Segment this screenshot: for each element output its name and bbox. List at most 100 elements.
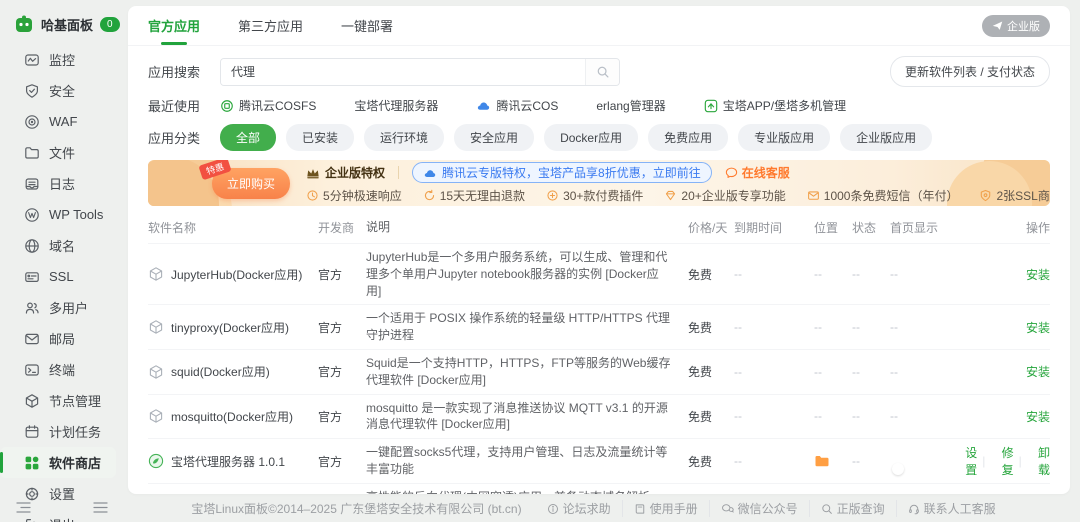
feature-paid-plugins: 30+款付费插件 [546,187,643,204]
sidebar-item-multiuser[interactable]: 多用户 [0,292,122,323]
install-link[interactable]: 安装 [1026,266,1050,283]
app-home-display: -- [890,320,898,335]
header-expiry: 到期时间 [734,221,783,235]
app-name[interactable]: squid(Docker应用) [171,363,270,380]
recent-item-cos[interactable]: 腾讯云COS [476,97,558,114]
sidebar-item-mail[interactable]: 邮局 [0,323,122,354]
tencent-cloud-promo-pill[interactable]: 腾讯云专版特权，宝塔产品享8折优惠，立即前往 [412,162,712,183]
online-service-link[interactable]: 在线客服 [725,164,790,181]
recent-item-bt-app[interactable]: 宝塔APP/堡塔多机管理 [704,97,846,114]
sidebar-item-waf[interactable]: WAF [0,106,122,137]
sidebar-item-security[interactable]: 安全 [0,75,122,106]
category-pill-installed[interactable]: 已安装 [286,124,355,151]
category-pill-pro[interactable]: 专业版应用 [738,124,831,151]
app-description: 一键配置socks5代理，支持用户管理、日志及流量统计等丰富功能 [366,445,668,477]
menu-list-icon[interactable] [93,501,108,514]
category-pill-security[interactable]: 安全应用 [454,124,535,151]
plane-icon [992,20,1003,31]
table-row: FRPfrp管理器 官方 高性能的反向代理(内网穿透)应用，兼备动态域名解析，支… [148,483,1050,494]
app-name[interactable]: mosquitto(Docker应用) [171,408,293,425]
banner-top-row: 企业版特权 腾讯云专版特权，宝塔产品享8折优惠，立即前往 在线客服 [306,162,1050,183]
sidebar-item-label: 日志 [49,177,76,192]
recent-label: 最近使用 [148,99,201,114]
search-input[interactable] [221,58,585,85]
recent-item-bt-proxy[interactable]: 宝塔代理服务器 [354,97,438,114]
sidebar-item-cron[interactable]: 计划任务 [0,416,122,447]
update-software-list-button[interactable]: 更新软件列表 / 支付状态 [889,56,1050,87]
category-pill-docker[interactable]: Docker应用 [544,124,639,151]
recent-item-erlang[interactable]: erlang管理器 [596,97,665,114]
app-name[interactable]: tinyproxy(Docker应用) [171,319,289,336]
sidebar-item-logs[interactable]: 日志 [0,168,122,199]
footer-link-forum-help[interactable]: 论坛求助 [536,500,622,517]
search-icon[interactable] [585,58,619,85]
app-name[interactable]: 宝塔代理服务器 1.0.1 [171,453,285,470]
collapse-menu-icon[interactable] [16,501,31,514]
bt-proxy-icon [148,453,164,469]
app-status: -- [852,454,860,469]
footer-link-license-check[interactable]: 正版查询 [808,500,896,517]
main-panel: 官方应用 第三方应用 一键部署 企业版 应用搜索 更新软件列表 / 支付状态 最… [128,6,1070,494]
waf-icon [24,114,40,130]
app-description: mosquitto 是一款实现了消息推送协议 MQTT v3.1 的开源消息代理… [366,400,668,432]
uninstall-link[interactable]: 卸载 [1027,444,1050,478]
sidebar-item-label: 计划任务 [49,425,102,440]
op-separator: | [982,454,986,469]
info-circle-icon [547,503,559,515]
recent-item-label: 宝塔APP/堡塔多机管理 [722,99,847,113]
sidebar-item-wp-tools[interactable]: WP Tools [0,199,122,230]
category-pill-enterprise[interactable]: 企业版应用 [840,124,933,151]
install-link[interactable]: 安装 [1026,319,1050,336]
tab-official-apps[interactable]: 官方应用 [148,6,200,45]
bt-app-icon [704,99,718,113]
sidebar-item-monitor[interactable]: 监控 [0,44,122,75]
sidebar-item-app-store[interactable]: 软件商店 [0,447,116,478]
install-link[interactable]: 安装 [1026,363,1050,380]
app-description: 高性能的反向代理(内网穿透)应用，兼备动态域名解析，支持tcp, udp, ht… [366,489,688,494]
app-price: 免费 [688,409,713,424]
sidebar-item-terminal[interactable]: 终端 [0,354,122,385]
magnifier-icon [821,503,833,515]
buy-now-button[interactable]: 特惠 立即购买 [198,160,291,199]
app-price: 免费 [688,267,713,282]
users-icon [24,300,40,316]
folder-icon[interactable] [814,454,852,468]
toggle-knob [892,463,904,476]
tab-bar: 官方应用 第三方应用 一键部署 企业版 [128,6,1070,46]
install-link[interactable]: 安装 [1026,408,1050,425]
footer-link-manual[interactable]: 使用手册 [621,500,709,517]
header-home-display: 首页显示 [890,221,939,235]
category-pill-runtime[interactable]: 运行环境 [364,124,445,151]
footer-link-wechat[interactable]: 微信公众号 [708,500,809,517]
enterprise-promo-banner: 特惠 立即购买 企业版特权 腾讯云专版特权，宝塔产品享8折优惠，立即前往 在线客… [148,160,1050,206]
sidebar-item-domains[interactable]: 域名 [0,230,122,261]
chat-bubble-icon [725,166,738,179]
feature-label: 15天无理由退款 [439,189,526,203]
privilege-title: 企业版特权 [325,166,386,180]
notification-badge[interactable]: 0 [100,16,120,32]
category-pill-all[interactable]: 全部 [220,124,277,151]
cube-icon [148,364,164,380]
enterprise-edition-badge[interactable]: 企业版 [982,14,1050,37]
settings-link[interactable]: 设置 [954,444,977,478]
app-developer: 官方 [318,409,343,424]
footer-link-label: 联系人工客服 [923,502,996,516]
repair-link[interactable]: 修复 [990,444,1014,478]
tab-third-party-apps[interactable]: 第三方应用 [238,6,303,45]
app-price: 免费 [688,365,713,380]
app-title: 哈基面板 [41,17,94,33]
sidebar-item-nodes[interactable]: 节点管理 [0,385,122,416]
gear-icon [24,486,40,502]
footer-link-support[interactable]: 联系人工客服 [895,500,1007,517]
recent-item-cosfs[interactable]: 腾讯云COSFS [220,97,316,114]
panel-logo-icon [14,14,34,34]
recent-used-row: 最近使用 腾讯云COSFS 宝塔代理服务器 腾讯云COS erlang管理器 宝… [148,96,1050,115]
app-home-display: -- [890,364,898,379]
category-pill-free[interactable]: 免费应用 [648,124,729,151]
sidebar-item-label: 邮局 [49,332,76,347]
tab-one-click-deploy[interactable]: 一键部署 [341,6,393,45]
sidebar-item-files[interactable]: 文件 [0,137,122,168]
app-name[interactable]: JupyterHub(Docker应用) [171,266,302,283]
sidebar-item-ssl[interactable]: SSL [0,261,122,292]
online-service-label: 在线客服 [741,166,790,180]
